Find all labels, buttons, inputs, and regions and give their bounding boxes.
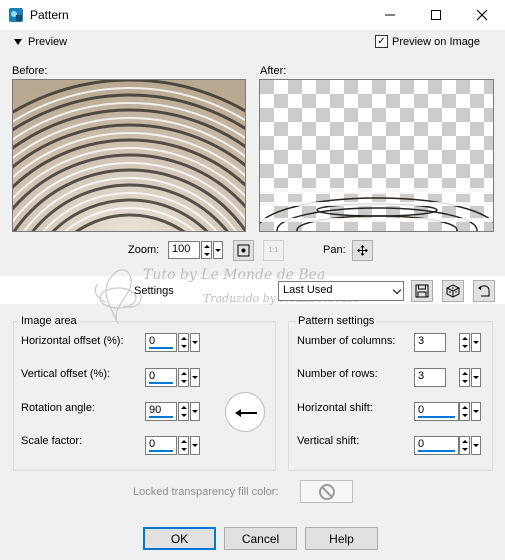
cancel-button[interactable]: Cancel [224,527,297,550]
scale-factor-value: 0 [149,438,156,450]
horizontal-shift-spinner[interactable] [459,402,470,421]
zoom-fit-button[interactable] [233,240,254,261]
columns-spinner[interactable] [459,333,470,352]
checkmark-icon[interactable]: ✓ [375,35,388,48]
vertical-offset-dropdown[interactable] [190,368,200,387]
zoom-input[interactable]: 100 [168,241,200,259]
vertical-shift-value: 0 [418,438,425,450]
rotation-angle-spinner[interactable] [178,402,189,421]
save-icon [415,284,429,298]
scale-factor-label: Scale factor: [21,435,83,447]
no-color-icon [318,483,335,500]
zoom-actual-size-icon[interactable]: 1:1 [263,240,284,261]
horizontal-offset-value: 0 [149,335,156,347]
ok-button[interactable]: OK [143,527,216,550]
help-button[interactable]: Help [305,527,378,550]
settings-label: Settings [134,285,174,297]
vertical-offset-input[interactable]: 0 [145,368,177,387]
chevron-down-icon [14,39,22,45]
rotation-dial[interactable] [225,392,265,432]
image-area-title: Image area [19,315,79,327]
pattern-settings-title: Pattern settings [296,315,377,327]
minimize-icon[interactable] [367,0,413,30]
scale-factor-spinner[interactable] [178,436,189,455]
columns-input[interactable]: 3 [414,333,446,352]
horizontal-offset-input[interactable]: 0 [145,333,177,352]
horizontal-shift-dropdown[interactable] [471,402,481,421]
horizontal-offset-dropdown[interactable] [190,333,200,352]
rows-input[interactable]: 3 [414,368,446,387]
columns-dropdown[interactable] [471,333,481,352]
vertical-shift-dropdown[interactable] [471,436,481,455]
save-preset-button[interactable] [411,280,433,302]
rotation-angle-value: 90 [149,404,162,416]
vertical-offset-label: Vertical offset (%): [21,368,111,380]
horizontal-shift-label: Horizontal shift: [297,402,373,414]
columns-value: 3 [418,335,425,347]
scale-factor-dropdown[interactable] [190,436,200,455]
preview-toggle[interactable]: Preview [14,36,67,48]
zoom-dropdown[interactable] [213,241,223,259]
pan-button[interactable] [352,240,373,261]
reset-icon [478,285,490,297]
horizontal-shift-input[interactable]: 0 [414,402,459,421]
after-preview[interactable] [259,79,494,232]
columns-label: Number of columns: [297,335,396,347]
rotation-angle-input[interactable]: 90 [145,402,177,421]
before-label: Before: [12,65,48,77]
vertical-shift-input[interactable]: 0 [414,436,459,455]
vertical-shift-label: Vertical shift: [297,435,360,447]
zoom-fit-icon [237,244,250,257]
maximize-icon[interactable] [413,0,459,30]
dice-icon [446,284,460,298]
horizontal-offset-label: Horizontal offset (%): [21,335,124,347]
vertical-offset-value: 0 [149,370,156,382]
rotation-angle-dropdown[interactable] [190,402,200,421]
rows-label: Number of rows: [297,368,378,380]
locked-transparency-swatch[interactable] [300,480,353,503]
vertical-shift-spinner[interactable] [459,436,470,455]
rows-value: 3 [418,370,425,382]
zoom-label: Zoom: [128,244,160,256]
horizontal-offset-spinner[interactable] [178,333,189,352]
randomize-button[interactable] [442,280,464,302]
preview-label: Preview [28,36,68,48]
chevron-down-icon[interactable] [390,282,403,300]
app-icon [8,7,24,23]
rows-spinner[interactable] [459,368,470,387]
locked-transparency-label: Locked transparency fill color: [133,486,279,498]
zoom-spinner[interactable] [201,241,212,259]
angle-arrow-icon [235,409,257,417]
settings-select[interactable]: Last Used [278,281,404,301]
scale-factor-input[interactable]: 0 [145,436,177,455]
reset-button[interactable] [473,280,495,302]
preview-on-image-checkbox[interactable]: ✓ Preview on Image [375,35,480,48]
rows-dropdown[interactable] [471,368,481,387]
close-icon[interactable] [459,0,505,30]
rotation-angle-label: Rotation angle: [21,402,95,414]
horizontal-shift-value: 0 [418,404,425,416]
move-icon [357,245,368,256]
vertical-offset-spinner[interactable] [178,368,189,387]
pan-label: Pan: [323,244,346,256]
preview-on-image-label: Preview on Image [392,35,481,48]
after-label: After: [260,65,287,77]
window-title: Pattern [30,8,69,22]
before-preview[interactable] [12,79,246,232]
